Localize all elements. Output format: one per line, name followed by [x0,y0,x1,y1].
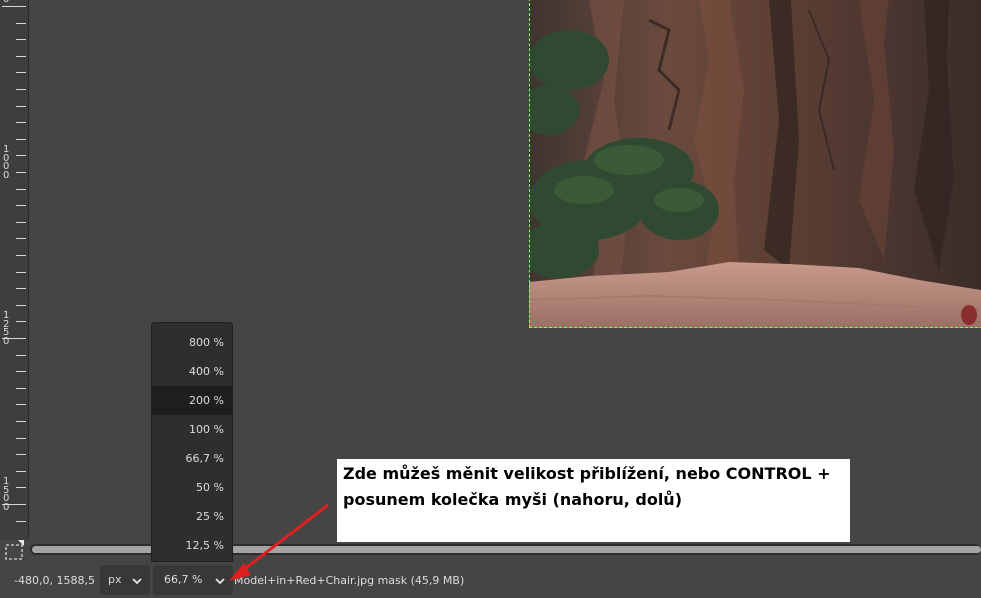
zoom-value: 66,7 % [164,573,203,586]
ruler-tick [16,487,26,488]
ruler-tick [16,438,26,439]
ruler-tick [16,89,26,90]
file-info: Model+in+Red+Chair.jpg mask (45,9 MB) [234,574,465,587]
zoom-option-12-5[interactable]: 12,5 % [152,531,232,560]
ruler-tick [16,172,26,173]
ruler-tick [16,189,26,190]
cliff-photo [529,0,981,328]
ruler-tick [16,454,26,455]
ruler-tick [16,521,26,522]
ruler-tick [16,288,26,289]
ruler-label-1500: 1500 [3,476,10,513]
ruler-tick [16,23,26,24]
ruler-tick [2,6,26,7]
vertical-ruler[interactable]: 0 1000 1250 1500 [0,0,29,540]
chevron-down-icon [132,578,142,585]
ruler-tick [16,305,26,306]
unit-value: px [108,573,122,586]
zoom-option-800[interactable]: 800 % [152,328,232,357]
ruler-tick [16,388,26,389]
ruler-label-0: 0 [3,0,11,5]
zoom-option-50[interactable]: 50 % [152,473,232,502]
ruler-tick [16,321,26,322]
ruler-tick [16,205,26,206]
ruler-tick [16,155,26,156]
ruler-tick [16,371,26,372]
zoom-dropdown-menu: 800 % 400 % 200 % 100 % 66,7 % 50 % 25 %… [151,322,233,562]
ruler-tick [16,56,26,57]
ruler-tick [16,139,26,140]
zoom-option-400[interactable]: 400 % [152,357,232,386]
zoom-option-66-7[interactable]: 66,7 % [152,444,232,473]
canvas-image[interactable] [529,0,981,328]
ruler-tick [16,122,26,123]
ruler-tick [16,72,26,73]
ruler-tick [16,39,26,40]
ruler-tick [16,238,26,239]
zoom-option-100[interactable]: 100 % [152,415,232,444]
ruler-tick [16,421,26,422]
unit-select[interactable]: px [100,565,150,595]
ruler-label-1250: 1250 [3,310,10,347]
ruler-tick [2,504,26,505]
chevron-down-icon [215,578,225,585]
navigate-icon[interactable] [4,540,24,560]
zoom-option-200[interactable]: 200 % [152,386,232,415]
ruler-tick [16,471,26,472]
ruler-tick [16,404,26,405]
ruler-tick [16,106,26,107]
ruler-tick [16,272,26,273]
zoom-select[interactable]: 66,7 % [153,565,233,595]
pointer-coordinates: -480,0, 1588,5 [14,574,95,587]
ruler-tick [16,355,26,356]
status-bar: -480,0, 1588,5 px 66,7 % Model+in+Red+Ch… [0,561,981,598]
ruler-tick [16,222,26,223]
ruler-tick [16,255,26,256]
ruler-tick [2,338,26,339]
zoom-option-25[interactable]: 25 % [152,502,232,531]
annotation-callout: Zde můžeš měnit velikost přiblížení, neb… [337,459,850,542]
ruler-label-1000: 1000 [3,144,10,181]
